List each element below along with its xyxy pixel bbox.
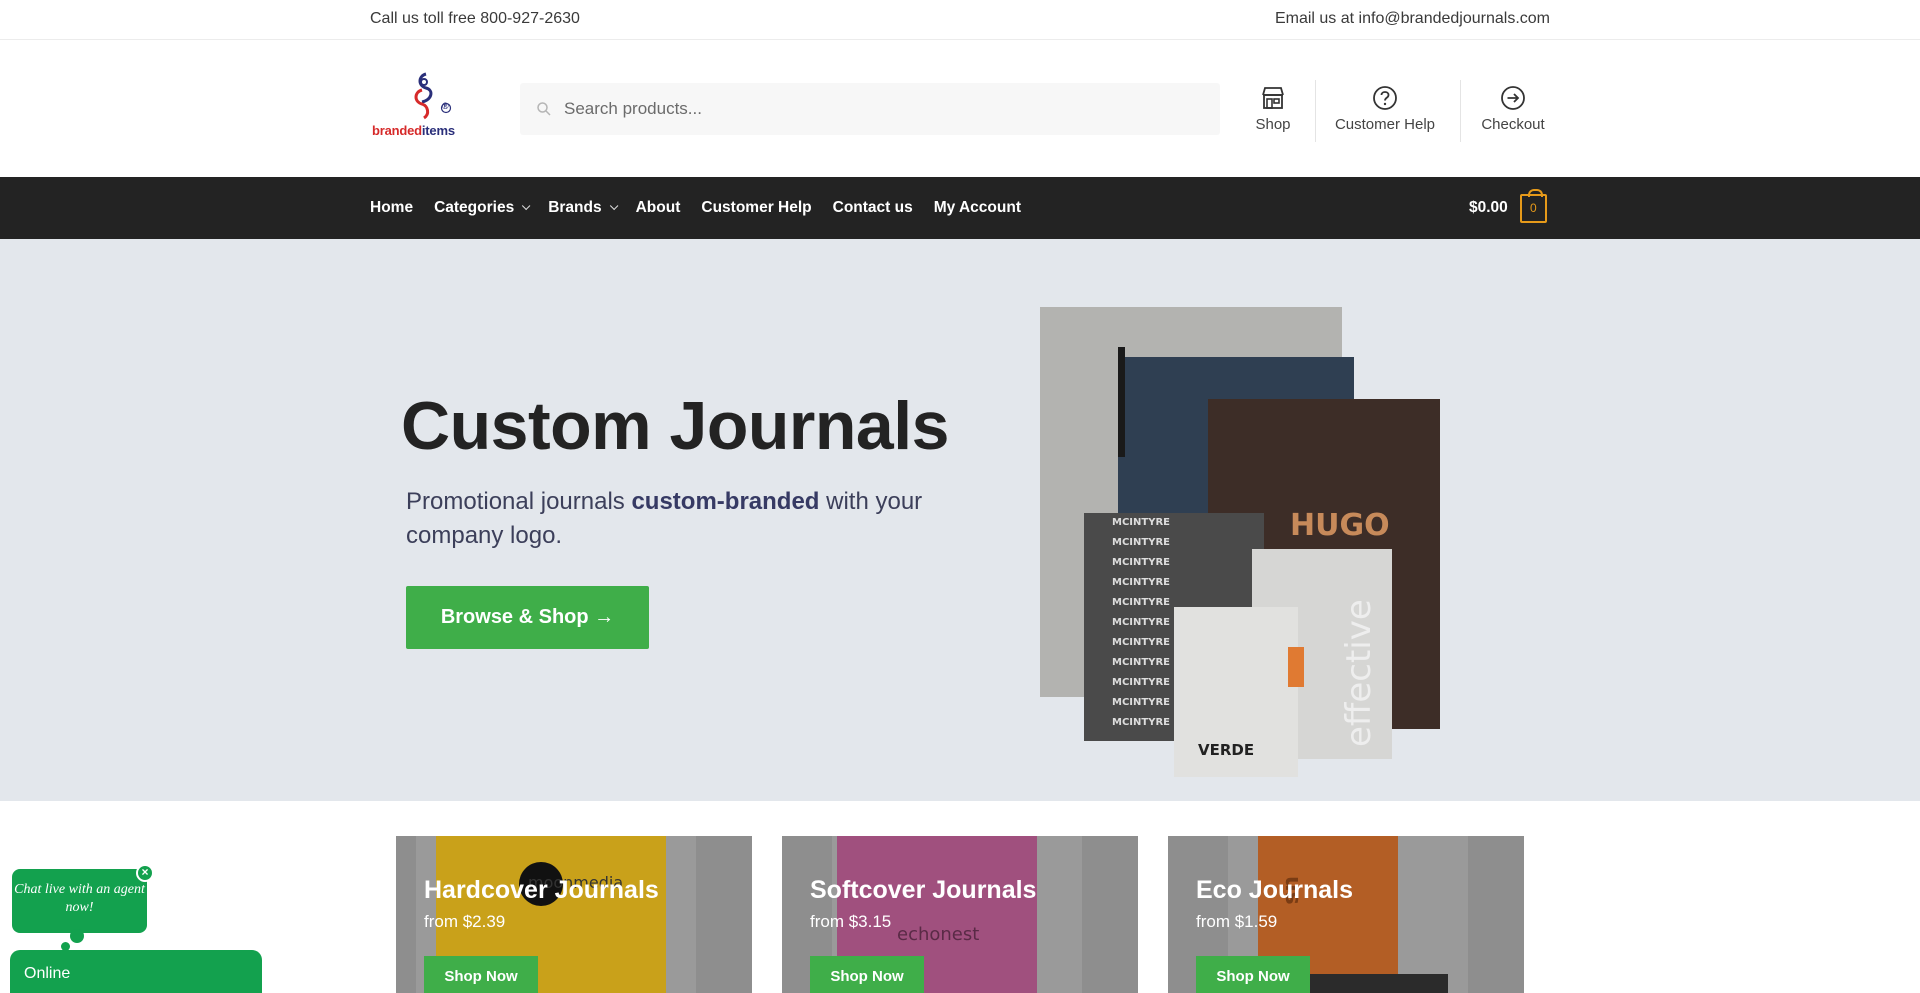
chevron-down-icon xyxy=(609,201,618,211)
browse-shop-button[interactable]: Browse & Shop → xyxy=(406,586,649,649)
email-text[interactable]: Email us at info@brandedjournals.com xyxy=(1275,10,1550,28)
bubble-tail xyxy=(70,929,84,943)
logo-mark-icon xyxy=(414,72,452,120)
chat-status-bar[interactable]: Online xyxy=(10,950,262,993)
hero-title: Custom Journals xyxy=(401,388,949,464)
cart-count: 0 xyxy=(1529,200,1537,215)
nav-item-my-account[interactable]: My Account xyxy=(934,199,1021,217)
site-logo[interactable]: ® brandeditems xyxy=(372,70,477,142)
phone-text[interactable]: Call us toll free 800-927-2630 xyxy=(370,10,580,28)
header-divider xyxy=(1315,80,1316,142)
verde-logo-text: VERDE xyxy=(1198,741,1254,759)
logo-reg-mark: ® xyxy=(442,101,449,111)
hugo-logo-text: HUGO xyxy=(1290,508,1390,543)
nav-label: My Account xyxy=(933,199,1021,216)
card-title: Eco Journals xyxy=(1196,876,1353,904)
nav-label: Home xyxy=(370,199,414,216)
search-input[interactable] xyxy=(564,83,1204,135)
card-title: Hardcover Journals xyxy=(424,876,659,904)
mcintyre-label: MCINTYRE xyxy=(1112,677,1170,688)
chat-invite-bubble[interactable]: Chat live with an agent now! xyxy=(12,869,147,951)
shop-now-button[interactable]: Shop Now xyxy=(1196,956,1310,993)
contact-bar: Call us toll free 800-927-2630 Email us … xyxy=(0,0,1920,40)
nav-item-about[interactable]: About xyxy=(636,199,681,217)
journals-product-image: HUGO MCINTYRE MCINTYRE MCINTYRE MCINTYRE… xyxy=(1040,307,1440,777)
search-box xyxy=(520,83,1220,135)
chat-invite-text: Chat live with an agent now! xyxy=(14,882,145,915)
header-shop-link[interactable]: Shop xyxy=(1248,84,1298,144)
help-circle-icon xyxy=(1373,86,1397,110)
mcintyre-label: MCINTYRE xyxy=(1112,577,1170,588)
cart-button[interactable]: $0.00 0 xyxy=(1469,188,1547,224)
mcintyre-label: MCINTYRE xyxy=(1112,597,1170,608)
header-shop-label: Shop xyxy=(1255,116,1291,133)
cart-total: $0.00 xyxy=(1469,199,1508,216)
card-eco-journals[interactable]: us Eco Journals from $1.59 Shop Now xyxy=(1168,836,1524,993)
effective-logo-text: effective xyxy=(1339,599,1379,747)
card-title: Softcover Journals xyxy=(810,876,1037,904)
card-softcover-journals[interactable]: echonest Softcover Journals from $3.15 S… xyxy=(782,836,1138,993)
header-checkout-label: Checkout xyxy=(1481,116,1545,133)
page: Call us toll free 800-927-2630 Email us … xyxy=(0,0,1920,993)
mcintyre-label: MCINTYRE xyxy=(1112,517,1170,528)
arrow-circle-right-icon xyxy=(1501,86,1525,110)
nav-label: About xyxy=(635,199,681,216)
mcintyre-label: MCINTYRE xyxy=(1112,617,1170,628)
chat-close-button[interactable]: × xyxy=(136,864,154,882)
main-nav: Home Categories Brands About Customer He… xyxy=(0,177,1920,239)
mcintyre-label: MCINTYRE xyxy=(1112,717,1170,728)
hero-subtitle-bold: custom-branded xyxy=(631,488,820,515)
nav-menu: Home Categories Brands About Customer He… xyxy=(370,177,1042,239)
header-checkout-link[interactable]: Checkout xyxy=(1472,84,1554,144)
nav-label: Brands xyxy=(548,199,602,216)
chevron-down-icon xyxy=(522,201,531,211)
card-price: from $3.15 xyxy=(810,912,892,931)
mcintyre-label: MCINTYRE xyxy=(1112,637,1170,648)
nav-item-brands[interactable]: Brands xyxy=(548,199,618,217)
nav-item-contact-us[interactable]: Contact us xyxy=(833,199,913,217)
header-divider xyxy=(1460,80,1461,142)
nav-label: Categories xyxy=(434,199,515,216)
logo-text-branded: branded xyxy=(372,123,422,138)
nav-label: Customer Help xyxy=(701,199,812,216)
card-hardcover-journals[interactable]: moonmedia Hardcover Journals from $2.39 … xyxy=(396,836,752,993)
header-customer-help-label: Customer Help xyxy=(1334,116,1436,133)
hero-banner: Custom Journals Promotional journals cus… xyxy=(0,239,1920,801)
card-price: from $2.39 xyxy=(424,912,506,931)
echonest-logo-text: echonest xyxy=(897,924,979,945)
hero-subtitle: Promotional journals custom-branded with… xyxy=(406,485,926,553)
shop-now-button[interactable]: Shop Now xyxy=(424,956,538,993)
search-icon xyxy=(537,102,551,116)
header-customer-help-link[interactable]: Customer Help xyxy=(1328,84,1442,144)
mcintyre-label: MCINTYRE xyxy=(1112,537,1170,548)
card-price: from $1.59 xyxy=(1196,912,1278,931)
hero-subtitle-pre: Promotional journals xyxy=(406,488,632,515)
site-header: ® brandeditems Shop xyxy=(0,40,1920,177)
logo-wordmark: brandeditems xyxy=(372,123,455,138)
chat-status-label: Online xyxy=(24,965,71,982)
nav-item-home[interactable]: Home xyxy=(370,199,413,217)
nav-label: Contact us xyxy=(832,199,913,216)
mcintyre-label: MCINTYRE xyxy=(1112,657,1170,668)
nav-item-customer-help[interactable]: Customer Help xyxy=(701,199,811,217)
cart-bag-icon: 0 xyxy=(1519,188,1547,223)
shop-now-button[interactable]: Shop Now xyxy=(810,956,924,993)
nav-item-categories[interactable]: Categories xyxy=(434,199,531,217)
logo-text-items: items xyxy=(421,123,455,138)
mcintyre-label: MCINTYRE xyxy=(1112,557,1170,568)
mcintyre-label: MCINTYRE xyxy=(1112,697,1170,708)
store-icon xyxy=(1262,87,1284,109)
